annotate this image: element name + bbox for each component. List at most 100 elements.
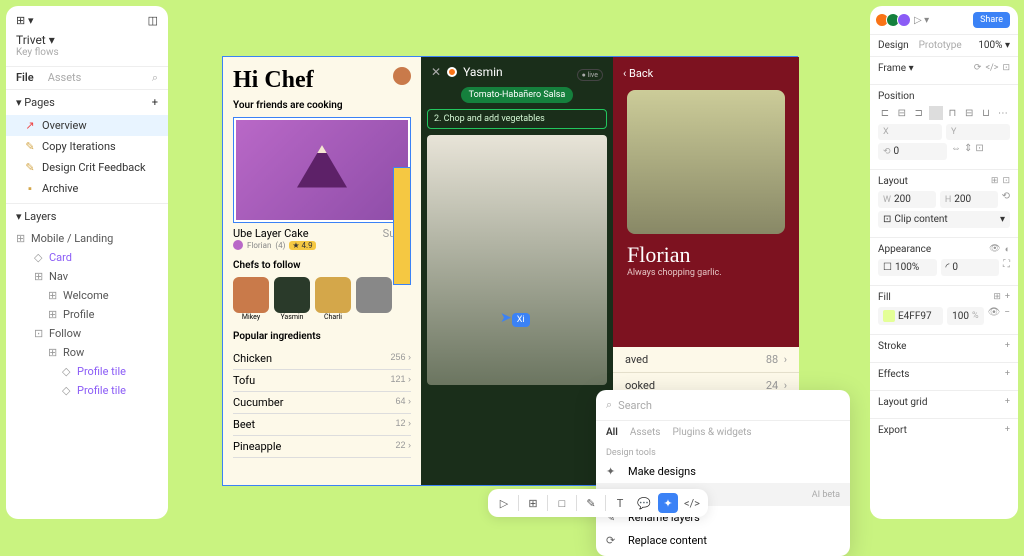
actions-search-input[interactable]: Search (618, 399, 652, 412)
back-button[interactable]: ‹ Back (613, 57, 799, 90)
ingredient-row[interactable]: Pineapple22 › (233, 436, 411, 458)
share-button[interactable]: Share (973, 12, 1010, 28)
tab-assets[interactable]: Assets (48, 71, 82, 85)
flip-v-icon[interactable]: ⇕ (964, 143, 972, 160)
layer-item[interactable]: ⊞Nav (6, 267, 168, 286)
ingredient-row[interactable]: Beet12 › (233, 414, 411, 436)
close-icon[interactable]: ✕ (431, 65, 441, 79)
y-input[interactable]: Y (946, 124, 1010, 140)
corner-input[interactable]: ◜0 (941, 259, 1000, 276)
add-effect-icon[interactable]: + (1005, 369, 1010, 380)
actions-tool[interactable]: ✦ (658, 493, 678, 513)
layer-item[interactable]: ⊡Follow (6, 324, 168, 343)
comment-tool[interactable]: 💬 (634, 493, 654, 513)
tab-design[interactable]: Design (878, 40, 909, 51)
search-icon[interactable]: ⌕ (152, 71, 158, 85)
recipe-image (236, 120, 408, 220)
code-icon[interactable]: </> (985, 63, 998, 74)
page-item[interactable]: ✎Copy Iterations (6, 136, 168, 157)
pen-tool[interactable]: ✎ (581, 493, 601, 513)
ingredient-row[interactable]: Tofu121 › (233, 370, 411, 392)
recipe-card-next[interactable] (393, 167, 411, 285)
rotation-input[interactable]: ⟲0 (878, 143, 947, 160)
screen-live: ✕ Yasmin ● live Tomato-Habañero Salsa 2.… (421, 57, 613, 485)
dev-mode-tool[interactable]: </> (682, 493, 702, 513)
align-top-icon[interactable]: ⊓ (945, 106, 959, 120)
add-export-icon[interactable]: + (1005, 425, 1010, 436)
add-grid-icon[interactable]: + (1005, 397, 1010, 408)
action-item[interactable]: ✦Make designs (596, 460, 850, 483)
actions-tab-plugins[interactable]: Plugins & widgets (672, 427, 751, 438)
frame-dropdown[interactable]: Frame ▾ (878, 63, 914, 74)
visibility-icon[interactable]: 👁 (989, 244, 1000, 255)
fill-color-input[interactable]: E4FF97 (878, 307, 943, 325)
ingredient-row[interactable]: Cucumber64 › (233, 392, 411, 414)
layer-item[interactable]: ◇Profile tile (6, 381, 168, 400)
layer-item[interactable]: ◇Card (6, 248, 168, 267)
tab-prototype[interactable]: Prototype (919, 40, 962, 51)
action-item[interactable]: ⟳Replace content (596, 529, 850, 552)
profile-stat-row[interactable]: aved88 › (613, 347, 799, 373)
move-tool[interactable]: ▷ (494, 493, 514, 513)
layer-item[interactable]: ⊞Profile (6, 305, 168, 324)
more-icon[interactable]: ⊡ (1002, 63, 1010, 74)
align-hcenter-icon[interactable]: ⊟ (895, 106, 909, 120)
ingredient-row[interactable]: Chicken256 › (233, 348, 411, 370)
add-stroke-icon[interactable]: + (1005, 341, 1010, 352)
chef-tile[interactable]: Mikey (233, 277, 269, 321)
align-left-icon[interactable]: ⊏ (878, 106, 892, 120)
search-icon: ⌕ (606, 398, 612, 412)
fill-style-icon[interactable]: ⊞ (993, 292, 1001, 303)
blend-icon[interactable]: ◐ (1005, 244, 1010, 255)
shape-tool[interactable]: □ (552, 493, 572, 513)
layers-header[interactable]: ▾ Layers (16, 210, 56, 223)
height-input[interactable]: H200 (940, 191, 998, 208)
width-input[interactable]: W200 (878, 191, 936, 208)
page-item[interactable]: ▪Archive (6, 178, 168, 199)
chef-tile[interactable]: Charli (315, 277, 351, 321)
autolayout-icon[interactable]: ⊞ (991, 176, 999, 187)
align-right-icon[interactable]: ⊐ (912, 106, 926, 120)
flip-h-icon[interactable]: ⇔ (951, 143, 961, 160)
presence-avatars[interactable] (878, 13, 911, 27)
text-tool[interactable]: T (610, 493, 630, 513)
author-name: Florian (247, 241, 271, 250)
align-vcenter-icon[interactable]: ⊟ (962, 106, 976, 120)
layer-item[interactable]: ◇Profile tile (6, 362, 168, 381)
recipe-card[interactable] (233, 117, 411, 223)
align-more-icon[interactable]: ⋯ (996, 106, 1010, 120)
rotate-icon[interactable]: ⟳ (974, 63, 982, 74)
chefs-title: Chefs to follow (233, 260, 411, 271)
align-bottom-icon[interactable]: ⊔ (979, 106, 993, 120)
layer-item[interactable]: ⊞Row (6, 343, 168, 362)
actions-tab-assets[interactable]: Assets (630, 427, 661, 438)
frame-tool[interactable]: ⊞ (523, 493, 543, 513)
page-item[interactable]: ✎Design Crit Feedback (6, 157, 168, 178)
tab-file[interactable]: File (16, 71, 34, 85)
actions-tab-all[interactable]: All (606, 427, 618, 438)
x-input[interactable]: X (878, 124, 942, 140)
add-page-icon[interactable]: + (152, 96, 158, 109)
file-name[interactable]: Trivet ▾ (6, 33, 168, 47)
pages-header[interactable]: ▾ Pages (16, 96, 55, 109)
profile-avatar[interactable] (393, 67, 411, 85)
fill-visibility-icon[interactable]: 👁 (988, 307, 1001, 325)
add-fill-icon[interactable]: + (1005, 292, 1010, 303)
corner-expand-icon[interactable]: ⛶ (1003, 259, 1010, 276)
zoom-level[interactable]: 100% ▾ (978, 40, 1010, 51)
panel-toggle-icon[interactable]: ◫ (148, 14, 158, 27)
figma-menu-icon[interactable]: ⊞ ▾ (16, 14, 33, 27)
layer-item[interactable]: ⊞Welcome (6, 286, 168, 305)
page-item[interactable]: ↗Overview (6, 115, 168, 136)
layer-item[interactable]: ⊞Mobile / Landing (6, 229, 168, 248)
constrain-icon[interactable]: ⊡ (975, 143, 983, 160)
link-dims-icon[interactable]: ⟲ (1002, 191, 1010, 208)
opacity-input[interactable]: ☐100% (878, 259, 937, 276)
chef-tile[interactable]: Yasmin (274, 277, 310, 321)
clip-dropdown[interactable]: ⊡Clip content▾ (878, 211, 1010, 228)
remove-fill-icon[interactable]: − (1004, 307, 1010, 325)
present-icon[interactable]: ▷ ▾ (914, 15, 929, 26)
layout-more-icon[interactable]: ⊡ (1002, 176, 1010, 187)
recipe-pill[interactable]: Tomato-Habañero Salsa (461, 87, 574, 103)
fill-opacity-input[interactable]: 100% (947, 307, 983, 325)
